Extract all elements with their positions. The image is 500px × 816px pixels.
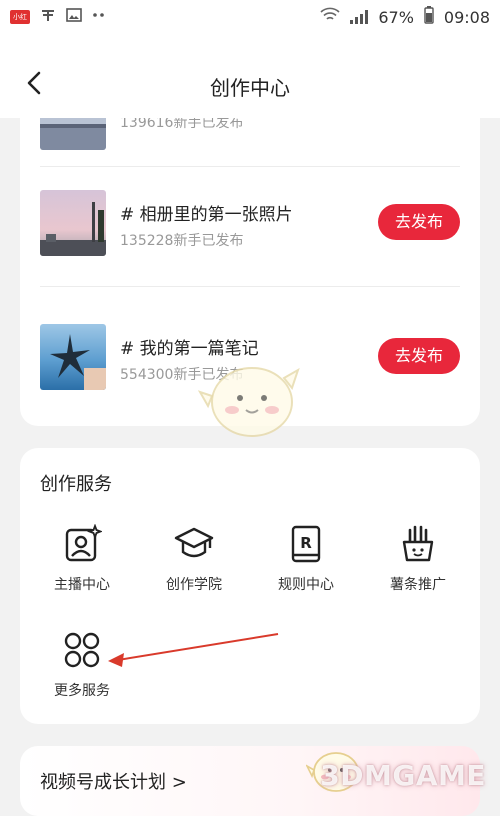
mascot-watermark-icon (198, 367, 300, 437)
more-notifications-icon (92, 7, 106, 27)
service-label: 薯条推广 (390, 577, 446, 593)
notification-icon (40, 7, 56, 27)
task-row[interactable]: # 相册里的第一张照片 135228新手已发布 去发布 (40, 190, 460, 256)
task-thumbnail (40, 190, 106, 256)
divider (40, 286, 460, 287)
task-row-partial[interactable]: 139616新手已发布 (40, 118, 460, 150)
app-header: 创作中心 (0, 34, 500, 118)
section-title: 创作服务 (40, 474, 112, 495)
watermark-logo: 3DMGAME (320, 759, 486, 792)
creation-services-card: 创作服务 主播中心 创作学院 R 规则中心 薯条推广 更多服务 (20, 448, 480, 724)
task-title: # 相册里的第一张照片 (120, 205, 293, 225)
rules-icon: R (291, 525, 321, 563)
task-meta: 135228新手已发布 (120, 233, 244, 249)
service-label: 规则中心 (278, 577, 334, 593)
page-title: 创作中心 (210, 76, 290, 100)
fries-icon (402, 525, 434, 562)
battery-icon (424, 6, 434, 28)
academy-icon (174, 527, 214, 558)
status-left: 小红书 (10, 7, 106, 35)
task-thumbnail (40, 324, 106, 390)
more-grid-icon (64, 632, 100, 668)
gallery-icon (66, 7, 82, 27)
clock: 09:08 (443, 7, 490, 27)
service-streamer-center[interactable]: 主播中心 (32, 524, 132, 594)
battery-level: 67% (378, 7, 414, 27)
status-bar: 小红书 67% 09:08 (0, 0, 500, 35)
wifi-icon (320, 7, 340, 27)
service-label: 创作学院 (166, 577, 222, 593)
status-right: 67% 09:08 (320, 6, 490, 28)
service-fries-promotion[interactable]: 薯条推广 (368, 524, 468, 594)
svg-text:R: R (300, 534, 312, 552)
service-label: 更多服务 (54, 683, 110, 699)
task-thumbnail (40, 118, 106, 150)
service-label: 主播中心 (54, 577, 110, 593)
streamer-icon (65, 524, 102, 562)
service-more[interactable]: 更多服务 (32, 630, 132, 700)
publish-button[interactable]: 去发布 (378, 338, 460, 374)
task-meta: 139616新手已发布 (120, 118, 244, 131)
publish-button[interactable]: 去发布 (378, 204, 460, 240)
app-badge-icon: 小红书 (10, 10, 30, 35)
service-rules-center[interactable]: R 规则中心 (256, 524, 356, 594)
signal-icon (350, 10, 369, 24)
divider (40, 166, 460, 167)
service-academy[interactable]: 创作学院 (144, 524, 244, 594)
growth-plan-title: 视频号成长计划 > (40, 772, 187, 793)
